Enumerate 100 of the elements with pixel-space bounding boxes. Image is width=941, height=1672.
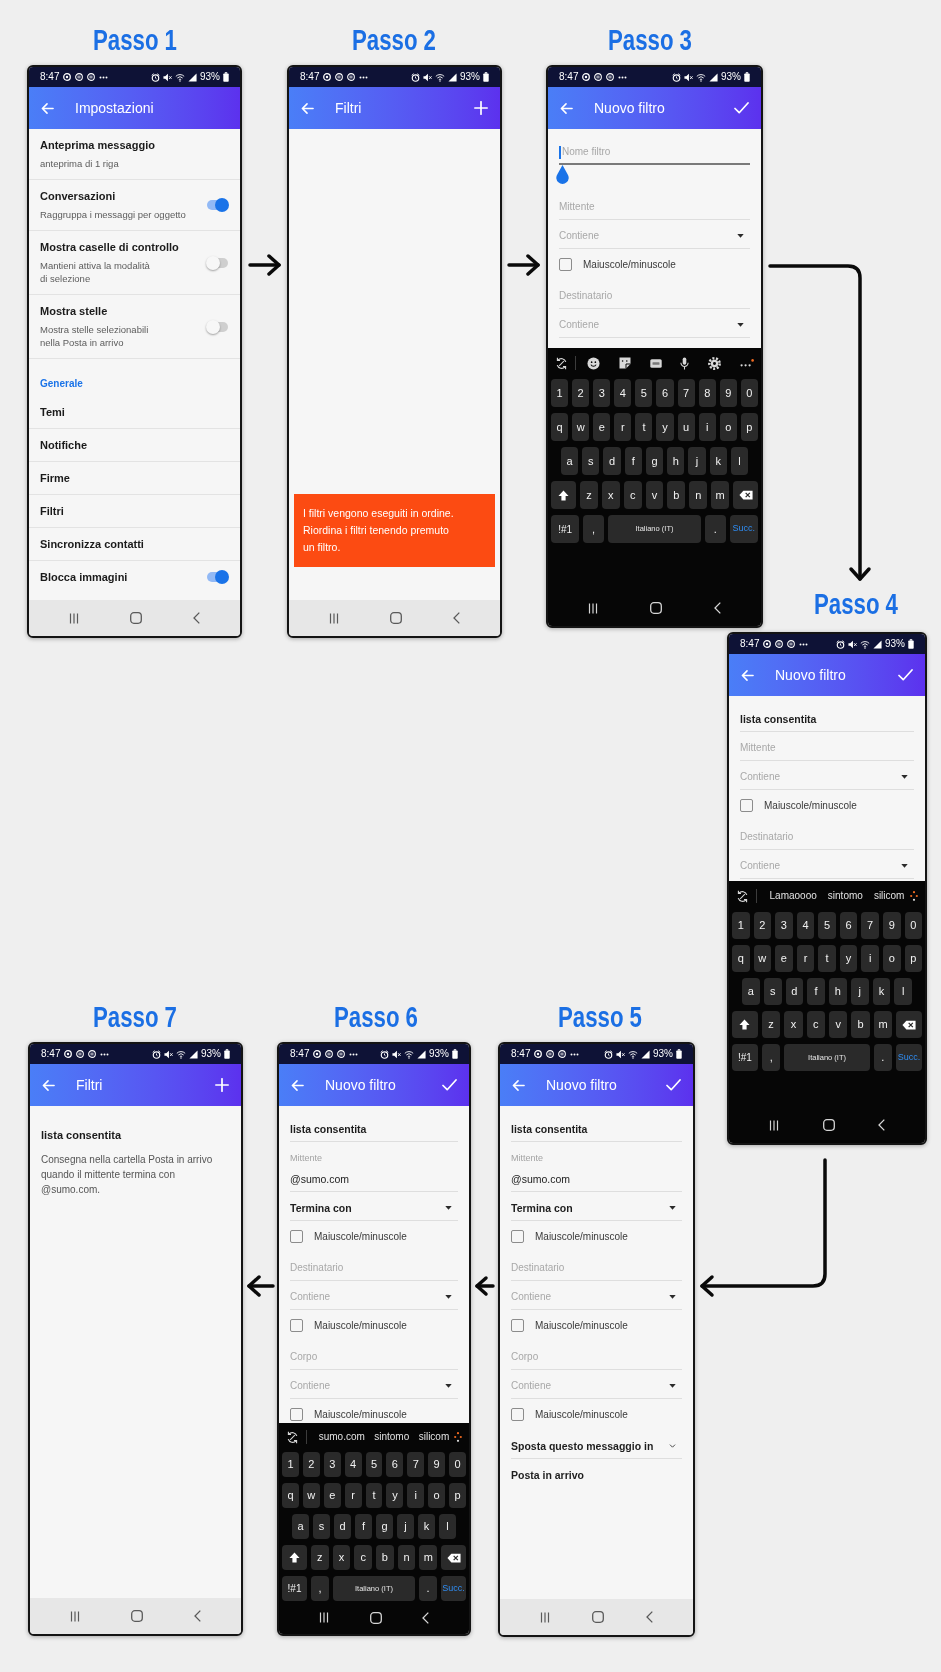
plus-icon[interactable] (215, 1078, 229, 1092)
keyboard-key[interactable]: r (796, 945, 815, 972)
circular-arrows-icon[interactable] (736, 889, 749, 903)
sticker-icon[interactable] (618, 357, 631, 369)
checkmark-icon[interactable] (666, 1079, 681, 1091)
dotted-menu-icon[interactable] (910, 891, 918, 901)
circular-arrows-icon[interactable] (286, 1430, 299, 1444)
keyboard-key[interactable]: 3 (323, 1452, 341, 1477)
keyboard-key[interactable]: k (418, 1514, 435, 1539)
keyboard-key[interactable]: 6 (656, 379, 674, 407)
keyboard-key[interactable]: y (386, 1483, 404, 1508)
keyboard-key[interactable]: f (807, 978, 825, 1005)
checkmark-icon[interactable] (734, 102, 749, 114)
keyboard-key[interactable]: l (894, 978, 912, 1005)
keyboard-key[interactable]: o (882, 945, 901, 972)
word-suggestion[interactable]: sintomo (374, 1431, 410, 1443)
keyboard-key[interactable]: n (689, 481, 708, 509)
word-suggestion[interactable]: sintomo (827, 890, 863, 902)
keyboard-key[interactable]: b (667, 481, 686, 509)
keyboard-key[interactable]: r (614, 413, 632, 441)
keyboard-key[interactable]: , (583, 515, 604, 543)
keyboard-key[interactable]: k (709, 447, 727, 475)
keyboard-key[interactable]: d (334, 1514, 351, 1539)
keyboard-key[interactable]: 8 (698, 379, 716, 407)
keyboard-key[interactable]: i (698, 413, 716, 441)
enter-key[interactable]: Succ. (896, 1044, 923, 1071)
settings-item[interactable]: Sincronizza contatti (29, 528, 240, 561)
keyboard-key[interactable]: p (904, 945, 923, 972)
checkbox[interactable] (290, 1319, 303, 1332)
keyboard-key[interactable]: x (784, 1011, 803, 1038)
shift-key[interactable] (732, 1011, 758, 1038)
keyboard-key[interactable]: y (656, 413, 674, 441)
shift-key[interactable] (551, 481, 576, 509)
keyboard-key[interactable]: 5 (365, 1452, 383, 1477)
keyboard-key[interactable]: v (645, 481, 664, 509)
keyboard-key[interactable]: c (354, 1545, 372, 1570)
word-suggestion[interactable]: sumo.com (318, 1431, 365, 1443)
keyboard-key[interactable]: . (873, 1044, 893, 1071)
keyboard-key[interactable]: s (313, 1514, 330, 1539)
keyboard-key[interactable]: z (761, 1011, 781, 1038)
keyboard-key[interactable]: j (850, 978, 869, 1005)
gear-icon[interactable] (708, 356, 722, 370)
keyboard-key[interactable]: y (839, 945, 858, 972)
keyboard-key[interactable]: r (344, 1483, 362, 1508)
checkbox[interactable] (740, 799, 753, 812)
teardrop-handle-icon[interactable] (556, 165, 569, 184)
keyboard-key[interactable]: w (753, 945, 772, 972)
keyboard-key[interactable]: 9 (428, 1452, 446, 1477)
keyboard-key[interactable]: d (603, 447, 621, 475)
keyboard-key[interactable]: , (761, 1044, 781, 1071)
keyboard-key[interactable]: 1 (732, 912, 750, 939)
keyboard-key[interactable]: e (323, 1483, 341, 1508)
keyboard-key[interactable]: k (872, 978, 891, 1005)
keyboard-key[interactable]: l (730, 447, 748, 475)
rounded-box-icon[interactable] (649, 358, 662, 368)
keyboard-key[interactable]: 7 (861, 912, 879, 939)
keyboard-key[interactable]: f (355, 1514, 372, 1539)
keyboard-key[interactable]: 1 (282, 1452, 299, 1477)
keyboard-key[interactable]: p (740, 413, 758, 441)
keyboard-key[interactable]: m (419, 1545, 438, 1570)
keyboard-key[interactable]: , (311, 1576, 329, 1601)
keyboard-key[interactable]: t (818, 945, 836, 972)
keyboard-key[interactable]: h (829, 978, 847, 1005)
input-field[interactable]: Mittente @sumo.com (290, 1142, 458, 1192)
word-suggestion[interactable]: silicom (873, 890, 905, 902)
keyboard-key[interactable]: 0 (740, 379, 758, 407)
checkbox[interactable] (290, 1408, 303, 1421)
keyboard-key[interactable]: 4 (344, 1452, 362, 1477)
back-arrow-icon[interactable] (301, 101, 314, 115)
enter-key[interactable]: Succ. (441, 1576, 466, 1601)
keyboard-key[interactable]: 5 (818, 912, 836, 939)
keyboard-key[interactable]: e (775, 945, 793, 972)
keyboard-key[interactable]: j (688, 447, 706, 475)
keyboard-key[interactable]: b (851, 1011, 870, 1038)
keyboard-key[interactable]: 7 (677, 379, 695, 407)
input-field[interactable]: lista consentita (740, 703, 914, 732)
checkbox[interactable] (511, 1230, 524, 1243)
keyboard-key[interactable]: t (365, 1483, 383, 1508)
keyboard-key[interactable]: 0 (904, 912, 923, 939)
keyboard-key[interactable]: g (645, 447, 664, 475)
checkbox[interactable] (511, 1319, 524, 1332)
dropdown[interactable]: Termina con (511, 1192, 682, 1221)
keyboard-key[interactable]: g (376, 1514, 393, 1539)
keyboard-key[interactable]: 9 (882, 912, 901, 939)
settings-item[interactable]: Notifiche (29, 429, 240, 462)
smiley-icon[interactable] (587, 356, 600, 370)
keyboard-key[interactable]: c (623, 481, 642, 509)
keyboard-key[interactable]: 4 (614, 379, 632, 407)
keyboard-key[interactable]: v (829, 1011, 848, 1038)
input-field[interactable]: lista consentita (511, 1113, 682, 1142)
keyboard-key[interactable]: a (742, 978, 760, 1005)
keyboard-key[interactable]: n (397, 1545, 416, 1570)
back-arrow-icon[interactable] (41, 101, 54, 115)
circular-arrows-icon[interactable] (555, 356, 568, 370)
keyboard-key[interactable]: q (282, 1483, 299, 1508)
keyboard-key[interactable]: c (806, 1011, 825, 1038)
keyboard-key[interactable]: m (873, 1011, 893, 1038)
toggle-switch[interactable] (206, 198, 229, 212)
keyboard-key[interactable]: x (601, 481, 620, 509)
keyboard-key[interactable]: o (428, 1483, 446, 1508)
